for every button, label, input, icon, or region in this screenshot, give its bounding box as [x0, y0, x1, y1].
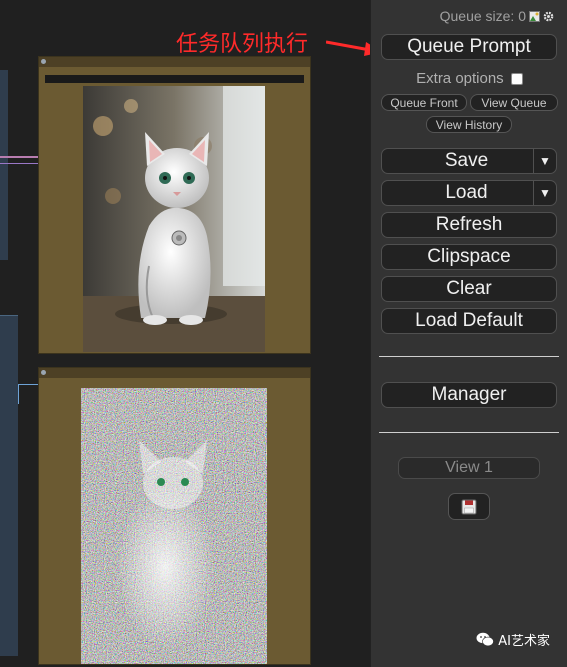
- view-history-label: View History: [435, 117, 503, 132]
- clear-label: Clear: [446, 278, 492, 299]
- load-label: Load: [445, 182, 488, 203]
- refresh-label: Refresh: [435, 214, 503, 235]
- side-menu-panel: Queue size: 0 Queue Prompt Extra options…: [370, 0, 567, 667]
- watermark-text: AI艺术家: [498, 634, 550, 649]
- node-title-bar[interactable]: [39, 57, 310, 67]
- node-progress-bar: [45, 75, 304, 83]
- save-view-button[interactable]: [448, 493, 490, 520]
- gear-icon[interactable]: [543, 11, 554, 22]
- link-wire: [18, 384, 40, 385]
- link-wire: [18, 384, 19, 404]
- link-wire: [0, 156, 40, 158]
- view-1-button[interactable]: View 1: [398, 457, 540, 479]
- view-queue-button[interactable]: View Queue: [470, 94, 558, 111]
- clipspace-button[interactable]: Clipspace: [381, 244, 557, 270]
- generated-cat-image: [83, 86, 265, 352]
- node-collapse-dot[interactable]: [41, 59, 46, 64]
- queue-front-label: Queue Front: [390, 95, 458, 110]
- refresh-button[interactable]: Refresh: [381, 212, 557, 238]
- watermark: AI艺术家: [476, 630, 550, 649]
- save-label: Save: [444, 150, 489, 171]
- load-button[interactable]: Load ▼: [381, 180, 557, 206]
- view-1-label: View 1: [445, 459, 493, 476]
- manager-label: Manager: [431, 384, 507, 405]
- view-history-button[interactable]: View History: [426, 116, 512, 133]
- image-icon[interactable]: [529, 10, 540, 22]
- extra-options-label: Extra options: [416, 70, 504, 87]
- noisy-latent-preview-image: [81, 388, 267, 664]
- preview-image-node[interactable]: [38, 367, 311, 665]
- load-default-button[interactable]: Load Default: [381, 308, 557, 334]
- chevron-down-icon[interactable]: ▼: [533, 149, 556, 173]
- queue-prompt-label: Queue Prompt: [407, 36, 531, 57]
- divider: [379, 432, 559, 433]
- save-button[interactable]: Save ▼: [381, 148, 557, 174]
- chevron-down-icon[interactable]: ▼: [533, 181, 556, 205]
- extra-options-checkbox[interactable]: [510, 73, 523, 86]
- wechat-icon: [476, 632, 495, 647]
- floppy-disk-icon: [461, 499, 477, 514]
- node-edge-left-top[interactable]: [0, 70, 8, 260]
- view-queue-label: View Queue: [481, 95, 547, 110]
- link-wire: [0, 163, 40, 164]
- extra-options-row: Extra options: [371, 70, 567, 87]
- queue-size-row: Queue size: 0: [440, 8, 554, 24]
- node-edge-left-bottom[interactable]: [0, 315, 18, 656]
- queue-size-label: Queue size: 0: [439, 8, 526, 24]
- load-default-label: Load Default: [415, 310, 523, 331]
- queue-prompt-button[interactable]: Queue Prompt: [381, 34, 557, 60]
- preview-image-node[interactable]: [38, 56, 311, 354]
- node-collapse-dot[interactable]: [41, 370, 46, 375]
- node-title-bar[interactable]: [39, 368, 310, 378]
- queue-front-button[interactable]: Queue Front: [381, 94, 467, 111]
- annotation-label: 任务队列执行: [176, 32, 309, 57]
- divider: [379, 356, 559, 357]
- clipspace-label: Clipspace: [427, 246, 511, 267]
- clear-button[interactable]: Clear: [381, 276, 557, 302]
- workflow-canvas[interactable]: 任务队列执行: [0, 0, 382, 667]
- manager-button[interactable]: Manager: [381, 382, 557, 408]
